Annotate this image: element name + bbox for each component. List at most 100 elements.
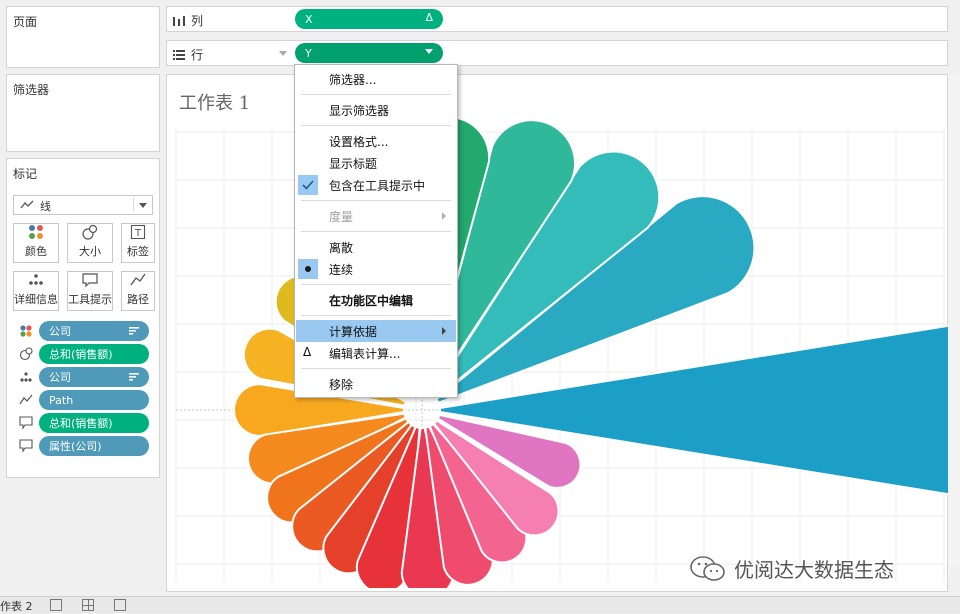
pill-context-menu: 筛选器... 显示筛选器 设置格式... 显示标题 包含在工具提示中 度量 离散… (294, 64, 458, 398)
menu-continuous[interactable]: 连续 (296, 258, 456, 280)
color-button[interactable]: 颜色 (13, 223, 59, 263)
check-icon (298, 175, 318, 195)
menu-label: 包含在工具提示中 (329, 178, 426, 193)
menu-label: 离散 (329, 240, 354, 255)
size-icon (82, 224, 98, 240)
filters-title: 筛选器 (13, 83, 50, 97)
menu-filter[interactable]: 筛选器... (296, 68, 456, 90)
detail-icon (29, 274, 43, 285)
pages-panel[interactable]: 页面 (6, 6, 160, 68)
detail-label: 详细信息 (14, 293, 58, 306)
path-button[interactable]: 路径 (121, 271, 155, 311)
field-label: Path (49, 393, 74, 407)
menu-label: 连续 (329, 262, 354, 277)
right-scroll-area[interactable] (948, 74, 960, 566)
tooltip-field-pill-2[interactable]: 属性(公司) (39, 436, 149, 456)
menu-label: 度量 (329, 209, 354, 224)
chevron-down-icon (425, 49, 433, 54)
menu-discrete[interactable]: 离散 (296, 236, 456, 258)
table-calc-icon: Δ (425, 11, 433, 24)
menu-show-filter[interactable]: 显示筛选器 (296, 99, 456, 121)
sheet-title: 工作表 1 (179, 93, 251, 114)
tooltip-icon (19, 439, 33, 453)
size-label: 大小 (79, 245, 101, 258)
color-icon (20, 325, 32, 337)
menu-label: 计算依据 (329, 324, 378, 339)
columns-icon (173, 15, 185, 26)
y-pill-label: Y (305, 46, 312, 60)
path-icon (19, 394, 33, 405)
rows-label-text: 行 (191, 48, 204, 62)
x-pill[interactable]: X Δ (295, 9, 443, 29)
menu-edit-in-shelf[interactable]: 在功能区中编辑 (296, 289, 456, 311)
marks-panel: 标记 线 颜色 大小 T 标签 详细信息 工具提示 路径 公司 总和(销售额) … (6, 158, 160, 478)
menu-label: 编辑表计算... (329, 346, 401, 361)
sheet-tab-bar: 作表 2 (0, 596, 960, 613)
field-label: 公司 (49, 371, 71, 384)
radio-dot-icon (298, 259, 318, 279)
menu-label: 显示筛选器 (329, 103, 390, 118)
wechat-icon (690, 555, 725, 581)
sort-icon (129, 327, 139, 335)
line-mark-icon (20, 200, 34, 209)
menu-label: 在功能区中编辑 (329, 293, 414, 308)
detail-field-pill[interactable]: 公司 (39, 367, 149, 387)
field-label: 公司 (49, 325, 71, 338)
label-label: 标签 (127, 245, 149, 258)
menu-label: 显示标题 (329, 156, 378, 171)
text-label-icon: T (130, 224, 146, 240)
field-label: 总和(销售额) (49, 417, 113, 430)
menu-separator (301, 315, 451, 316)
new-story-icon[interactable] (114, 599, 126, 611)
new-dashboard-icon[interactable] (82, 599, 94, 611)
columns-shelf[interactable]: 列 X Δ (166, 6, 948, 32)
submenu-arrow-icon (442, 212, 446, 220)
menu-label: 移除 (329, 377, 354, 392)
tooltip-icon (19, 416, 33, 430)
svg-text:T: T (134, 228, 142, 239)
color-label: 颜色 (25, 245, 47, 258)
field-label: 总和(销售额) (49, 348, 113, 361)
mark-type-dropdown[interactable]: 线 (13, 195, 153, 215)
menu-separator (301, 94, 451, 95)
menu-compute-using[interactable]: 计算依据 (296, 320, 456, 342)
mark-type-label: 线 (40, 200, 51, 213)
size-field-pill[interactable]: 总和(销售额) (39, 344, 149, 364)
tooltip-label: 工具提示 (68, 293, 112, 306)
menu-include-in-tooltip[interactable]: 包含在工具提示中 (296, 174, 456, 196)
new-worksheet-icon[interactable] (50, 599, 62, 611)
menu-measure[interactable]: 度量 (296, 205, 456, 227)
size-icon (19, 347, 33, 361)
menu-separator (301, 200, 451, 201)
menu-format[interactable]: 设置格式... (296, 130, 456, 152)
label-button[interactable]: T 标签 (121, 223, 155, 263)
color-icon (29, 225, 43, 239)
watermark-text: 优阅达大数据生态 (734, 558, 894, 582)
path-icon (130, 273, 146, 286)
path-label: 路径 (127, 293, 149, 306)
chevron-down-icon (139, 203, 147, 208)
watermark: 优阅达大数据生态 (688, 554, 894, 583)
field-label: 属性(公司) (49, 440, 102, 453)
menu-edit-table-calc[interactable]: Δ 编辑表计算... (296, 342, 456, 364)
pages-title: 页面 (13, 15, 38, 29)
path-field-pill[interactable]: Path (39, 390, 149, 410)
menu-remove[interactable]: 移除 (296, 373, 456, 395)
size-button[interactable]: 大小 (67, 223, 113, 263)
submenu-arrow-icon (442, 327, 446, 335)
rows-icon (173, 49, 185, 60)
menu-show-header[interactable]: 显示标题 (296, 152, 456, 174)
columns-label-text: 列 (191, 14, 204, 28)
rows-shelf-dropdown-icon[interactable] (279, 51, 287, 56)
tooltip-button[interactable]: 工具提示 (67, 271, 113, 311)
detail-button[interactable]: 详细信息 (13, 271, 59, 311)
tooltip-icon (82, 273, 98, 288)
color-field-pill[interactable]: 公司 (39, 321, 149, 341)
detail-icon (20, 372, 32, 382)
marks-title: 标记 (13, 167, 38, 181)
menu-separator (301, 284, 451, 285)
tooltip-field-pill[interactable]: 总和(销售额) (39, 413, 149, 433)
filters-panel[interactable]: 筛选器 (6, 74, 160, 152)
rows-shelf[interactable]: 行 Y (166, 40, 948, 66)
y-pill[interactable]: Y (295, 43, 443, 63)
